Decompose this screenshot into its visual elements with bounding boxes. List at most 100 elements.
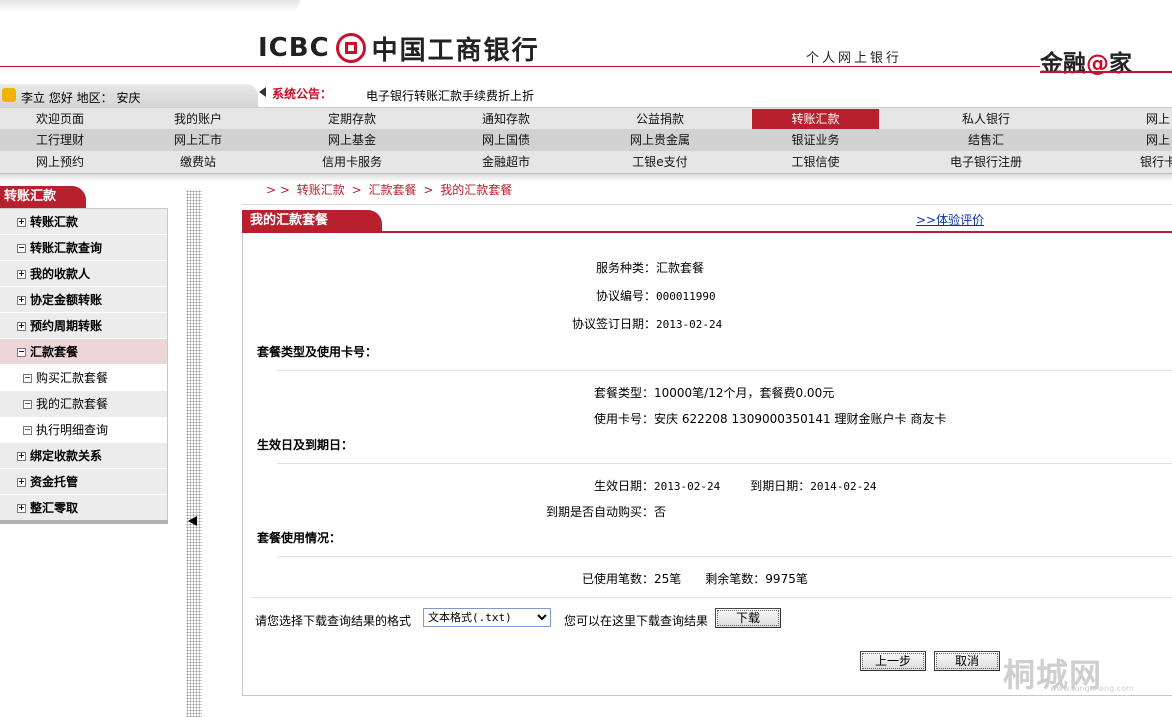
sign-date-value: 2013-02-24 <box>656 318 723 331</box>
download-button-label: 下载 <box>717 610 779 626</box>
field-label: 套餐类型： <box>593 386 654 400</box>
sidebar-item-label: 绑定收款关系 <box>30 449 103 463</box>
brand-pre: 金融 <box>1040 51 1086 77</box>
nav-epay[interactable]: 工银e支付 <box>598 151 722 173</box>
sidebar-item-label: 我的收款人 <box>30 267 91 281</box>
sidebar-item-escrow[interactable]: + 资金托管 <box>0 469 167 495</box>
nav-fund[interactable]: 网上基金 <box>290 129 414 151</box>
sidebar-item-payees[interactable]: + 我的收款人 <box>0 261 167 287</box>
nav-supermarket[interactable]: 金融超市 <box>444 151 568 173</box>
bank-subtitle: 个人网上银行 <box>806 51 903 66</box>
nav-wealth[interactable]: 工行理财 <box>0 129 120 151</box>
breadcrumb-item-package[interactable]: 汇款套餐 <box>369 183 417 197</box>
expand-icon: + <box>17 295 26 305</box>
sidebar-subitem-buy-package[interactable]: − 购买汇款套餐 <box>0 365 167 391</box>
nav-messenger[interactable]: 工银信使 <box>752 151 879 173</box>
nav-notice-deposit[interactable]: 通知存款 <box>444 108 568 130</box>
notice-label: 系统公告： <box>272 87 333 101</box>
section-dates: 生效日及到期日： <box>257 438 354 452</box>
expiry-date-value: 2014-02-24 <box>810 480 877 493</box>
nav-shadow <box>0 174 1172 182</box>
field-label: 使用卡号： <box>593 412 654 426</box>
nav-private-bank[interactable]: 私人银行 <box>924 108 1048 130</box>
sidebar-item-agreed-amount[interactable]: + 协定金额转账 <box>0 287 167 313</box>
section-divider <box>277 463 1172 464</box>
sidebar-subitem-detail-query[interactable]: − 执行明细查询 <box>0 417 167 443</box>
nav-ebank-register[interactable]: 电子银行注册 <box>924 151 1048 173</box>
nav-my-account[interactable]: 我的账户 <box>136 108 260 130</box>
sidebar-menu: + 转账汇款 − 转账汇款查询 + 我的收款人 + 协定金额转账 + 预约周期转账 − 汇款… <box>0 208 168 524</box>
logo-cn: 中国工商银行 <box>371 35 540 66</box>
sidebar-item-package[interactable]: − 汇款套餐 <box>0 339 167 365</box>
icbc-seal-icon <box>335 33 366 63</box>
prev-step-button[interactable]: 上一步 <box>860 651 926 671</box>
field-label: 已使用笔数： <box>581 572 654 586</box>
icbc-logo: ICBC 中国工商银行 <box>258 30 540 66</box>
sidebar-subitem-my-package[interactable]: − 我的汇款套餐 <box>0 391 167 417</box>
nav-credit-card[interactable]: 信用卡服务 <box>290 151 414 173</box>
expand-icon: + <box>17 477 26 487</box>
sidebar-item-label: 转账汇款查询 <box>30 241 103 255</box>
field-label: 协议签订日期： <box>571 317 656 331</box>
package-type-value: 10000笔/12个月，套餐费0.00元 <box>654 386 835 400</box>
breadcrumb: > > 转账汇款 > 汇款套餐 > 我的汇款套餐 <box>266 181 515 198</box>
nav-fx-settle[interactable]: 结售汇 <box>924 129 1048 151</box>
collapse-icon: − <box>17 243 26 253</box>
nav-more-2[interactable]: 网上 <box>1146 129 1172 151</box>
sidebar-item-bind-payee[interactable]: + 绑定收款关系 <box>0 443 167 469</box>
feedback-link[interactable]: >>体验评价 <box>916 211 984 228</box>
panel-title-line <box>242 231 1172 233</box>
brand-at: @ <box>1086 51 1109 77</box>
nav-donation[interactable]: 公益捐款 <box>598 108 722 130</box>
header-divider <box>0 66 1040 67</box>
collapse-icon: − <box>23 373 32 383</box>
expand-icon: + <box>17 217 26 227</box>
dates-row: 生效日期：2013-02-24 到期日期：2014-02-24 <box>560 477 877 494</box>
section-divider <box>277 556 1172 557</box>
header-top-decoration <box>0 0 300 12</box>
section-divider <box>252 597 1172 598</box>
download-prompt: 请您选择下载查询结果的格式 <box>255 614 412 628</box>
nav-appointment[interactable]: 网上预约 <box>0 151 120 173</box>
sidebar-item-scheduled[interactable]: + 预约周期转账 <box>0 313 167 339</box>
nav-transfer[interactable]: 转账汇款 <box>752 109 879 129</box>
sidebar-item-lump-sum[interactable]: + 整汇零取 <box>0 495 167 521</box>
format-select[interactable]: 文本格式(.txt) <box>423 608 551 627</box>
sidebar-item-transfer-query[interactable]: − 转账汇款查询 <box>0 235 167 261</box>
brand-post: 家 <box>1109 51 1132 77</box>
prev-step-label: 上一步 <box>862 653 924 669</box>
nav-row-3: 网上预约 缴费站 信用卡服务 金融超市 工银e支付 工银信使 电子银行注册 银行… <box>0 151 1172 174</box>
breadcrumb-item-transfer[interactable]: 转账汇款 <box>297 183 345 197</box>
nav-bond[interactable]: 网上国债 <box>444 129 568 151</box>
notice-text[interactable]: 电子银行转账汇款手续费折上折 <box>366 87 534 104</box>
sidebar-item-label: 协定金额转账 <box>30 293 103 307</box>
section-package-card: 套餐类型及使用卡号： <box>257 345 378 359</box>
breadcrumb-divider <box>242 204 1172 205</box>
nav-fixed-deposit[interactable]: 定期存款 <box>290 108 414 130</box>
nav-more-1[interactable]: 网上 <box>1146 108 1172 130</box>
field-label: 剩余笔数： <box>705 572 766 586</box>
nav-more-3[interactable]: 银行卡 <box>1140 151 1172 173</box>
nav-securities[interactable]: 银证业务 <box>752 129 879 151</box>
watermark-url: www.tongcheng.com <box>1050 684 1134 693</box>
sign-date-row: 协议签订日期：2013-02-24 <box>560 315 722 332</box>
sidebar-title: 转账汇款 <box>0 186 86 208</box>
collapse-sidebar-icon[interactable] <box>188 516 197 526</box>
nav-metal[interactable]: 网上贵金属 <box>598 129 722 151</box>
sidebar-subitem-label: 执行明细查询 <box>36 423 109 437</box>
download-button[interactable]: 下载 <box>715 608 781 628</box>
collapse-icon: − <box>23 425 32 435</box>
nav-row-2: 工行理财 网上汇市 网上基金 网上国债 网上贵金属 银证业务 结售汇 网上 <box>0 129 1172 151</box>
cancel-button[interactable]: 取消 <box>934 651 1000 671</box>
service-type-row: 服务种类：汇款套餐 <box>560 259 704 276</box>
nav-forex[interactable]: 网上汇市 <box>136 129 260 151</box>
field-label: 生效日期： <box>593 479 654 493</box>
nav-welcome[interactable]: 欢迎页面 <box>0 108 120 130</box>
expand-icon: + <box>17 269 26 279</box>
field-label: 服务种类： <box>595 261 656 275</box>
sidebar-splitter[interactable] <box>186 190 202 717</box>
sidebar-item-transfer[interactable]: + 转账汇款 <box>0 209 167 235</box>
breadcrumb-prefix: > > <box>266 183 290 197</box>
nav-payment[interactable]: 缴费站 <box>136 151 260 173</box>
speaker-icon <box>259 87 266 97</box>
